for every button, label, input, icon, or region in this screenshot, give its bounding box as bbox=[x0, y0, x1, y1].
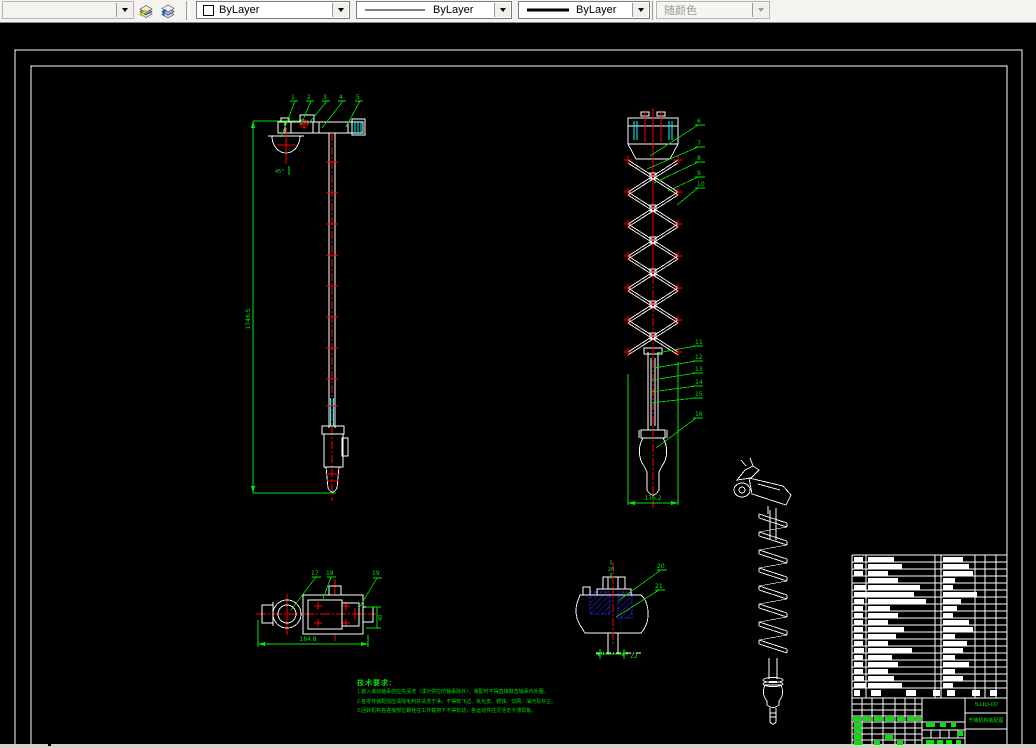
callout-label: 19 bbox=[372, 570, 380, 577]
layer-previous-button[interactable] bbox=[158, 1, 178, 21]
technical-requirements-title: 技术要求: bbox=[357, 680, 393, 687]
cad-application-window: ByLayer ByLayer ByLayer 随颜色 1746.5 45° 1… bbox=[0, 0, 1036, 748]
toolbar-separator bbox=[186, 1, 190, 20]
color-swatch bbox=[203, 4, 214, 16]
callout-label: 2 bbox=[307, 94, 311, 101]
callout-label: 11 bbox=[695, 339, 703, 346]
callout-label: 14 bbox=[695, 379, 703, 386]
linetype-combo-value: ByLayer bbox=[433, 4, 474, 16]
layers-yellow-arrow-icon bbox=[139, 5, 153, 18]
lineweight-combo-value: ByLayer bbox=[576, 4, 617, 16]
view-hub-section[interactable]: 1 20 20 21 22 bbox=[575, 560, 667, 660]
callout-label: 7 bbox=[697, 140, 701, 147]
technical-requirements: 技术要求: 1.装入滚动轴承前应先清洗（成对供应的轴承除外），装配时不得直接敲击… bbox=[357, 678, 572, 717]
callout-label: 18 bbox=[326, 570, 334, 577]
dim-carriage-height: 40 bbox=[378, 615, 384, 621]
callout-label: 9 bbox=[697, 170, 701, 177]
plot-style-combo-arrow bbox=[752, 3, 768, 17]
plot-style-combo-value: 随颜色 bbox=[664, 5, 697, 17]
lineweight-combo[interactable]: ByLayer bbox=[518, 1, 650, 19]
callout-label: 21 bbox=[655, 583, 663, 590]
technical-requirement-item: 3.回转机构各连接部位螺栓在工作载荷下不得松动，各运动件应灵活无卡滞现象。 bbox=[357, 708, 537, 714]
callout-label: 5 bbox=[356, 94, 360, 101]
dim-carriage-length: 184.8 bbox=[299, 636, 316, 643]
view-scissor-front[interactable]: 176.2 6 7 8 9 10 11 12 13 14 15 16 bbox=[623, 108, 706, 509]
technical-requirement-item: 1.装入滚动轴承前应先清洗（成对供应的轴承除外），装配时不得直接敲击轴承内外圈。 bbox=[357, 689, 549, 695]
dim-base-width: 176.2 bbox=[644, 495, 661, 502]
callout-label: 6 bbox=[697, 118, 701, 125]
callout-label: 1 bbox=[291, 94, 295, 101]
callout-label: 10 bbox=[697, 181, 705, 188]
callout-label: 17 bbox=[311, 570, 319, 577]
layers-blue-arrow-icon bbox=[161, 4, 175, 19]
view-carriage-side[interactable]: 184.8 40 17 18 19 bbox=[256, 570, 384, 647]
callout-label: 13 bbox=[695, 366, 703, 373]
object-properties-toolbar: ByLayer ByLayer ByLayer 随颜色 bbox=[0, 0, 1036, 23]
color-combo-arrow[interactable] bbox=[332, 3, 348, 17]
linetype-combo-arrow[interactable] bbox=[494, 3, 510, 17]
layer-combo-arrow[interactable] bbox=[116, 3, 132, 17]
callout-label: 3 bbox=[323, 94, 327, 101]
color-combo-value: ByLayer bbox=[219, 4, 260, 16]
drawing-frame bbox=[14, 49, 1023, 748]
plot-style-combo: 随颜色 bbox=[656, 1, 770, 19]
view-isometric[interactable] bbox=[733, 457, 792, 725]
make-object-layer-current-button[interactable] bbox=[136, 1, 156, 21]
model-space-canvas[interactable]: 1746.5 45° 1 2 3 4 5 176.2 6 7 8 9 10 11… bbox=[0, 22, 1036, 748]
section-note-top: 1 bbox=[609, 560, 612, 566]
section-note-bottom: 20 bbox=[608, 567, 614, 573]
callout-label: 20 bbox=[657, 563, 665, 570]
callout-label: 12 bbox=[695, 354, 703, 361]
callout-label: 15 bbox=[695, 391, 703, 398]
linetype-combo[interactable]: ByLayer bbox=[356, 1, 512, 19]
color-combo[interactable]: ByLayer bbox=[196, 1, 350, 19]
angle-note: 45° bbox=[275, 169, 284, 175]
command-line-tick bbox=[48, 744, 51, 746]
linetype-sample bbox=[365, 9, 425, 11]
lineweight-combo-arrow[interactable] bbox=[632, 3, 648, 17]
dim-pole-height: 1746.5 bbox=[245, 308, 252, 329]
command-line-edge bbox=[0, 744, 1036, 748]
lineweight-sample bbox=[527, 8, 569, 12]
callout-label: 22 bbox=[630, 653, 638, 660]
callout-label: 4 bbox=[339, 94, 343, 101]
layer-combo[interactable] bbox=[2, 1, 134, 19]
technical-requirement-item: 2.各零件装配前应清除毛刺并清洗干净，不得有飞边、氧化皮、锈蚀、切屑、油污及灰尘… bbox=[357, 698, 557, 705]
callout-label: 8 bbox=[697, 155, 701, 162]
drawing-name-field: 升降机构装配图 bbox=[968, 718, 1004, 724]
callout-label: 16 bbox=[695, 411, 703, 418]
drawing-code-field: SJJG-00 bbox=[974, 702, 998, 708]
view-front-assembly[interactable]: 1746.5 45° 1 2 3 4 5 bbox=[245, 94, 366, 595]
